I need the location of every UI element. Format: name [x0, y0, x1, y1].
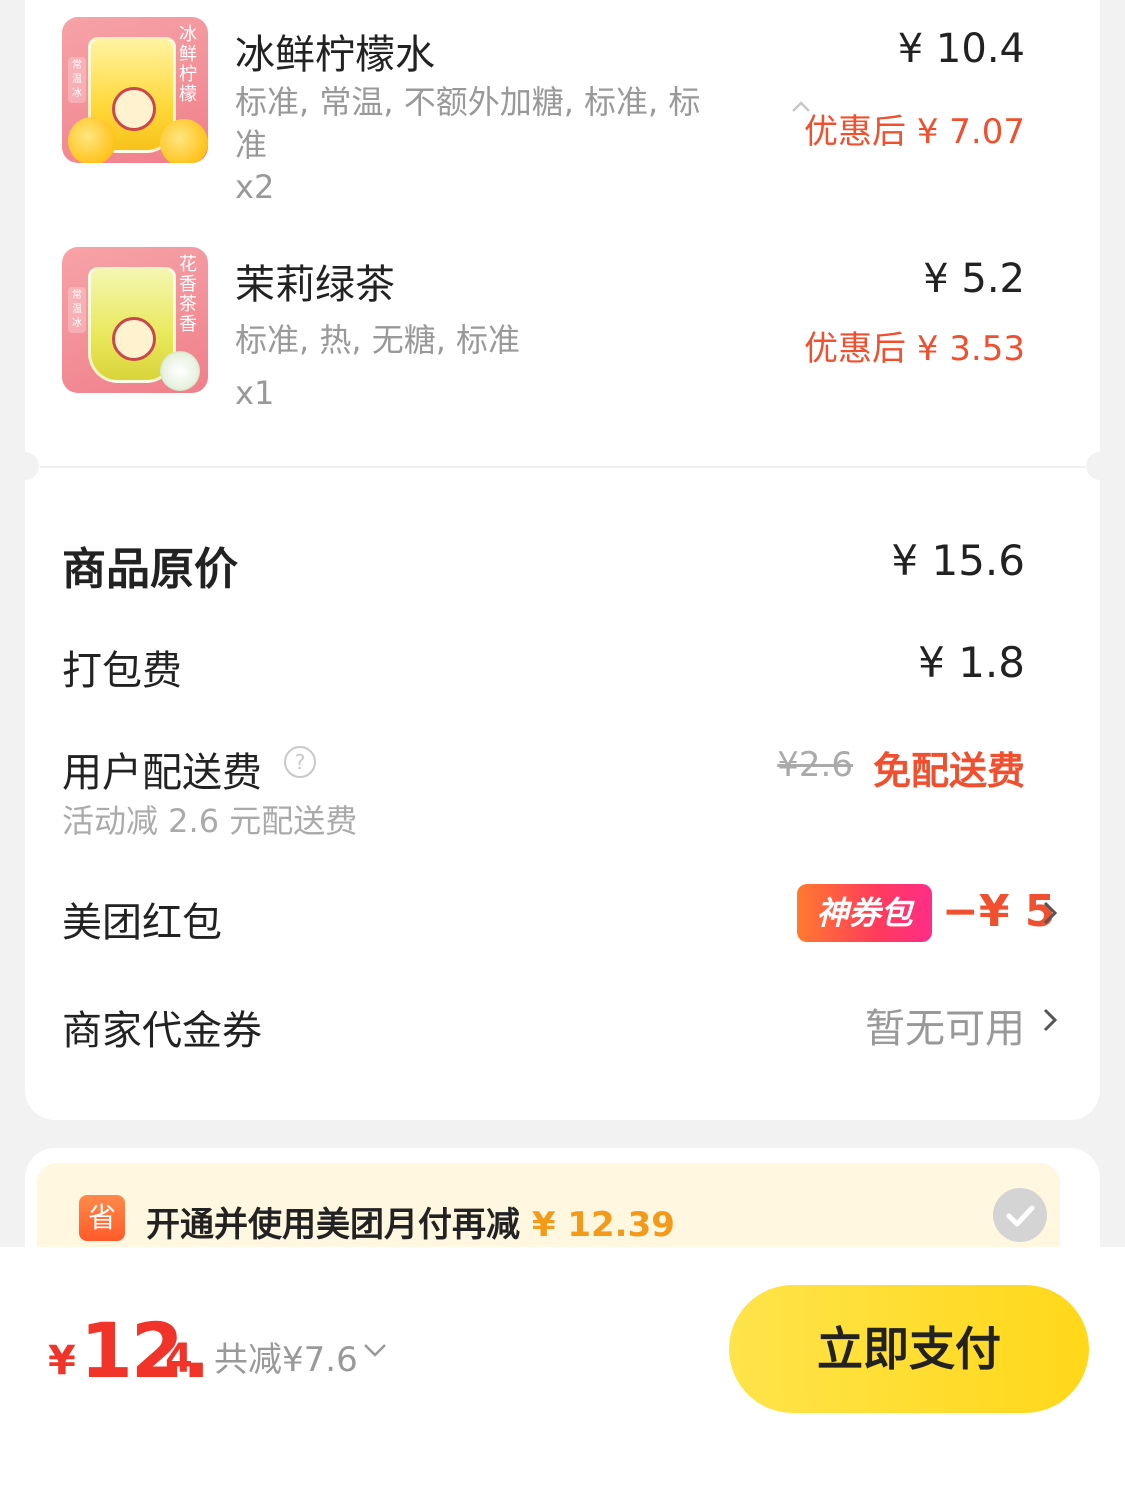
help-icon[interactable]: ?	[284, 746, 316, 778]
item-thumbnail[interactable]: 冰鲜柠檬 常温冰	[62, 17, 208, 163]
item-discounted-price: 优惠后 ¥ 7.07	[804, 112, 1025, 152]
item-name: 茉莉绿茶	[235, 262, 395, 308]
checkbox[interactable]	[993, 1188, 1047, 1242]
thumbnail-label: 花香茶香	[179, 254, 197, 335]
pay-now-button[interactable]: 立即支付	[729, 1285, 1089, 1413]
packing-fee-value: ¥ 1.8	[918, 638, 1025, 687]
red-packet-label: 美团红包	[62, 900, 222, 946]
lemon-illustration	[160, 119, 208, 163]
check-icon	[1006, 1205, 1035, 1227]
promo-amount: ¥ 12.39	[531, 1205, 675, 1245]
delivery-fee-note: 活动减 2.6 元配送费	[62, 802, 358, 840]
item-spec-wrap: 准	[235, 126, 268, 164]
merchant-voucher-value[interactable]: 暂无可用	[865, 996, 1025, 1054]
total-price-decimal: 4	[165, 1336, 193, 1382]
original-price-value: ¥ 15.6	[891, 536, 1025, 585]
chevron-right-icon[interactable]	[1040, 1005, 1060, 1035]
delivery-fee-label: 用户配送费	[62, 750, 262, 796]
ticket-notch	[1086, 452, 1114, 480]
free-delivery-text: 免配送费	[872, 749, 1025, 793]
item-spec: 标准, 常温, 不额外加糖, 标准, 标	[235, 83, 701, 121]
merchant-voucher-label: 商家代金券	[62, 1008, 262, 1054]
item-qty: x2	[235, 168, 275, 206]
original-price-label: 商品原价	[62, 544, 238, 595]
item-price: ¥ 10.4	[897, 26, 1025, 72]
delivery-original-price: ¥2.6	[777, 745, 853, 785]
total-saved[interactable]: 共减¥7.6	[214, 1332, 358, 1381]
promo-text: 开通并使用美团月付再减 ¥ 12.39	[146, 1197, 675, 1246]
save-icon: 省	[79, 1195, 125, 1241]
red-packet-discount[interactable]: −¥ 5	[942, 886, 1055, 937]
thumbnail-label: 冰鲜柠檬	[179, 24, 197, 105]
divider	[40, 466, 1085, 468]
promo-label: 开通并使用美团月付再减	[146, 1205, 520, 1245]
item-thumbnail[interactable]: 花香茶香 常温冰	[62, 247, 208, 393]
thumbnail-side-tag: 常温冰	[68, 287, 86, 333]
ticket-notch	[11, 452, 39, 480]
item-qty: x1	[235, 374, 275, 412]
thumbnail-side-tag: 常温冰	[68, 57, 86, 103]
chevron-down-icon[interactable]	[362, 1340, 388, 1360]
item-discounted-price: 优惠后 ¥ 3.53	[804, 329, 1025, 369]
mascot-icon	[112, 87, 156, 131]
item-price: ¥ 5.2	[923, 256, 1025, 302]
jasmine-flower-icon	[160, 351, 200, 391]
packing-fee-label: 打包费	[62, 648, 182, 694]
chevron-right-icon[interactable]	[1040, 898, 1060, 928]
coupon-pack-badge[interactable]: 神券包	[797, 884, 932, 942]
item-spec: 标准, 热, 无糖, 标准	[235, 321, 521, 359]
item-name: 冰鲜柠檬水	[235, 32, 435, 78]
lemon-illustration	[68, 117, 116, 163]
currency-symbol: ¥	[48, 1338, 76, 1384]
mascot-icon	[112, 317, 156, 361]
